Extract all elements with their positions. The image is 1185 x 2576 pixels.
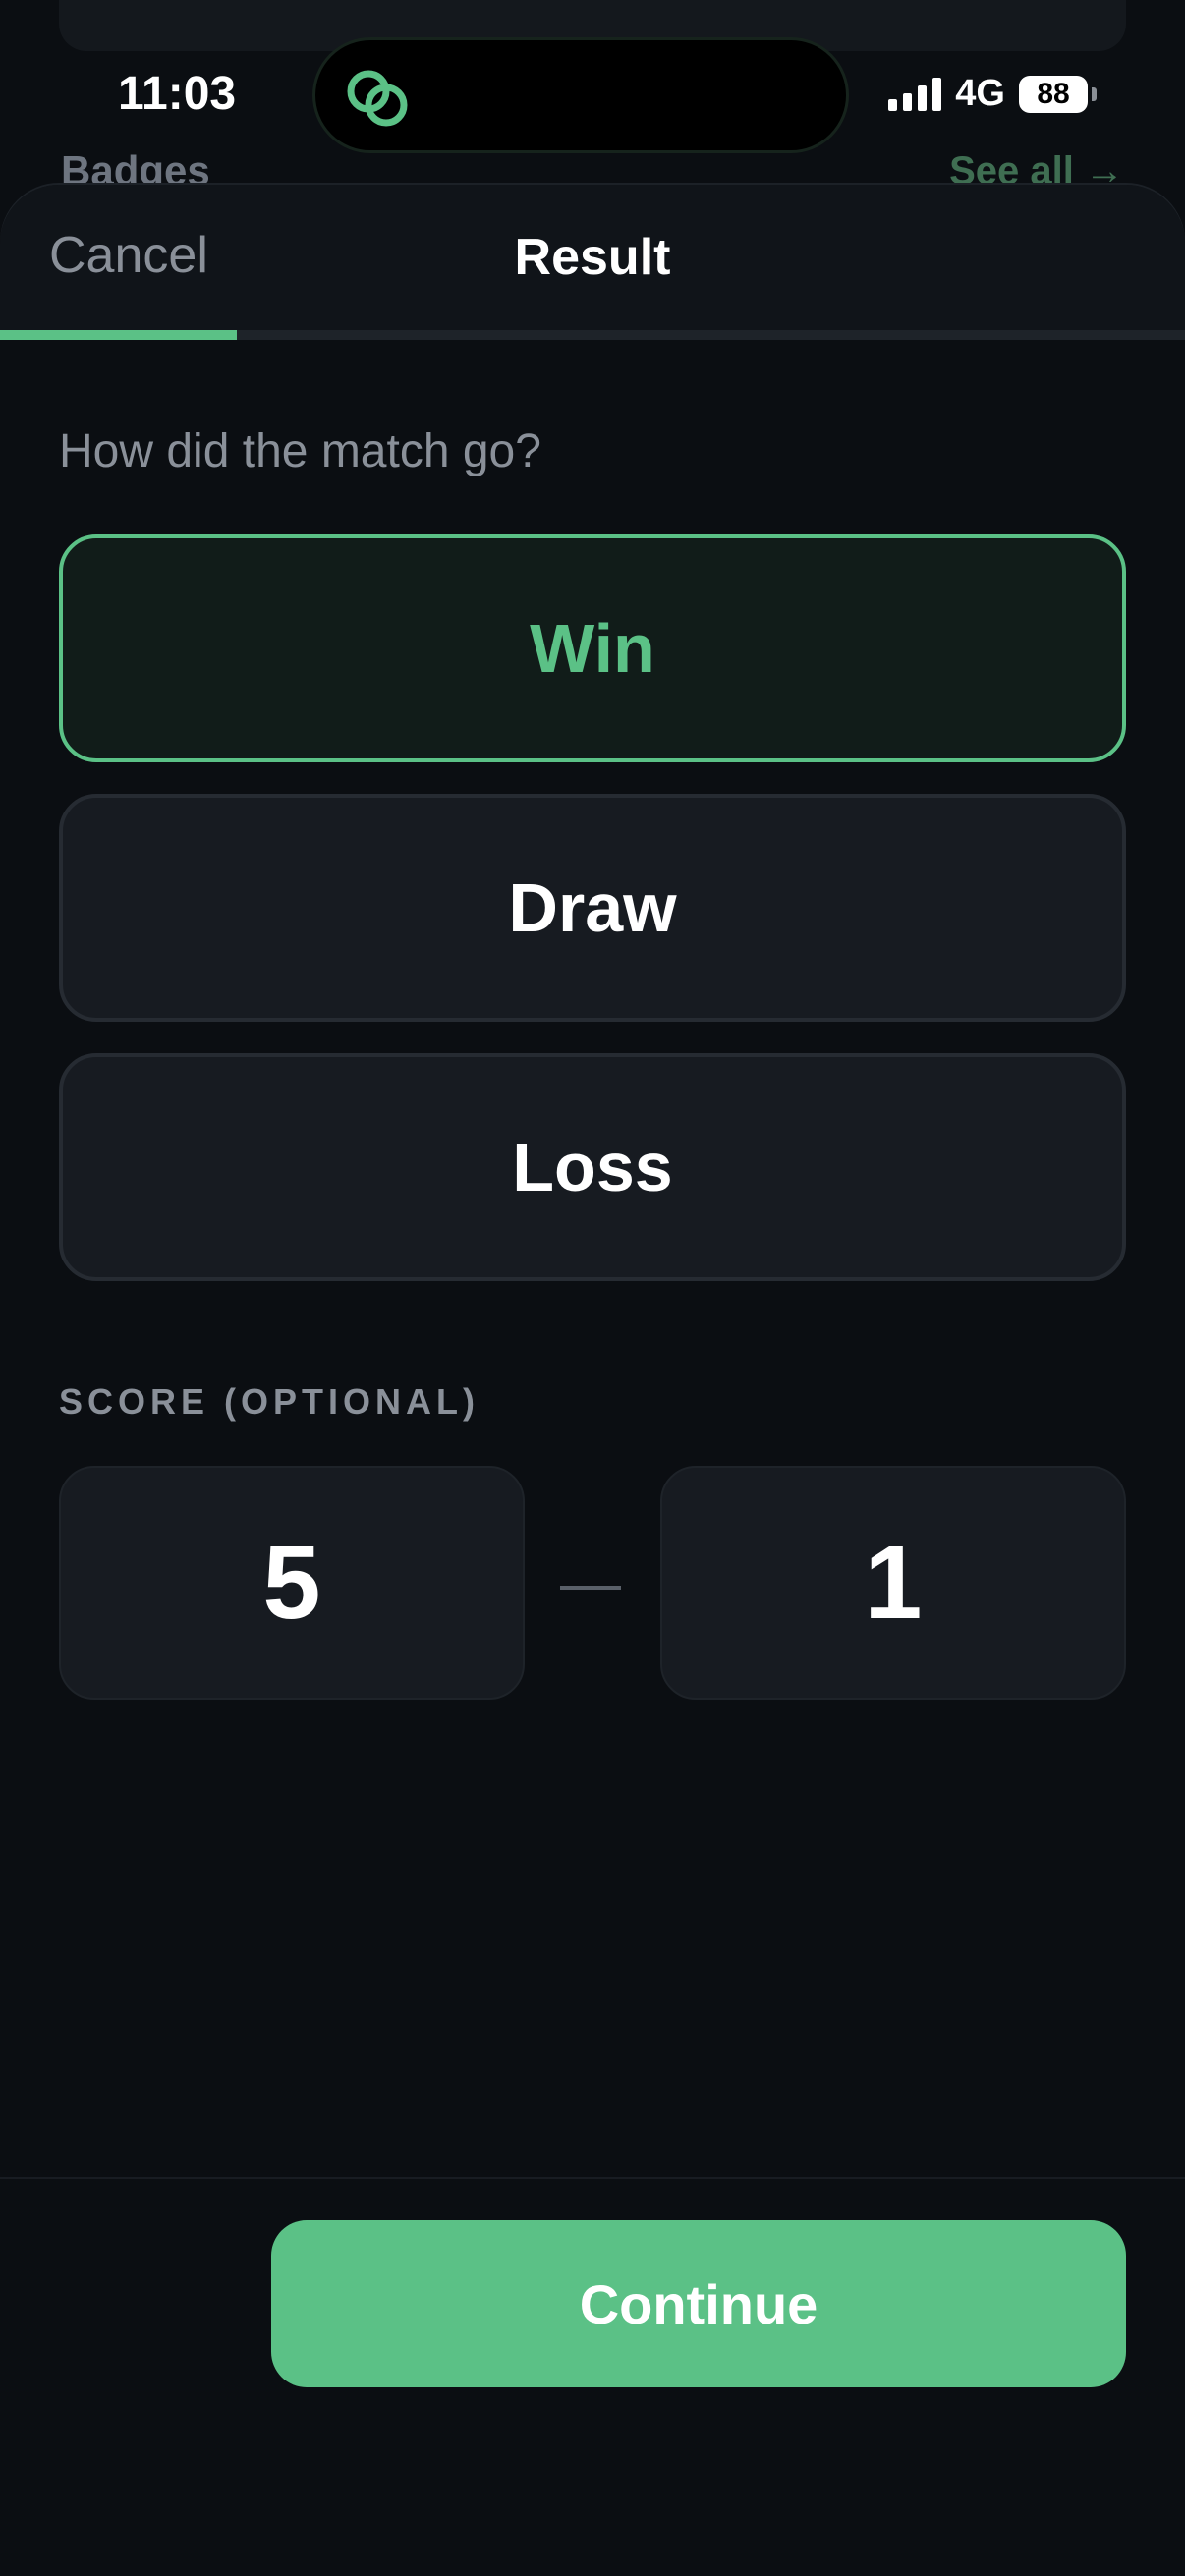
question-text: How did the match go?: [59, 425, 541, 477]
footer-divider: [0, 2177, 1185, 2179]
score-home-input[interactable]: 5: [59, 1466, 525, 1700]
status-indicators: 4G 88: [888, 73, 1097, 115]
signal-icon: [888, 77, 942, 111]
option-loss[interactable]: Loss: [59, 1053, 1126, 1281]
sheet-title: Result: [514, 229, 671, 286]
score-label: SCORE (OPTIONAL): [59, 1381, 480, 1422]
option-draw[interactable]: Draw: [59, 794, 1126, 1022]
battery-icon: 88: [1019, 75, 1088, 113]
link-rings-icon: [347, 70, 408, 127]
continue-button[interactable]: Continue: [271, 2220, 1126, 2387]
screen: Badges See all → 11:03 4G 88 Cancel Resu…: [0, 0, 1185, 2576]
network-type: 4G: [955, 73, 1005, 114]
score-separator: [560, 1586, 621, 1590]
score-away-input[interactable]: 1: [660, 1466, 1126, 1700]
dynamic-island: [312, 37, 849, 153]
sheet-header: Cancel Result: [0, 185, 1185, 332]
result-sheet: Cancel Result How did the match go? Win …: [0, 185, 1185, 2576]
option-win[interactable]: Win: [59, 534, 1126, 762]
step-progress-bar: [0, 330, 1185, 340]
status-time: 11:03: [118, 68, 237, 120]
battery-tip: [1092, 86, 1097, 101]
step-progress-fill: [0, 330, 238, 340]
